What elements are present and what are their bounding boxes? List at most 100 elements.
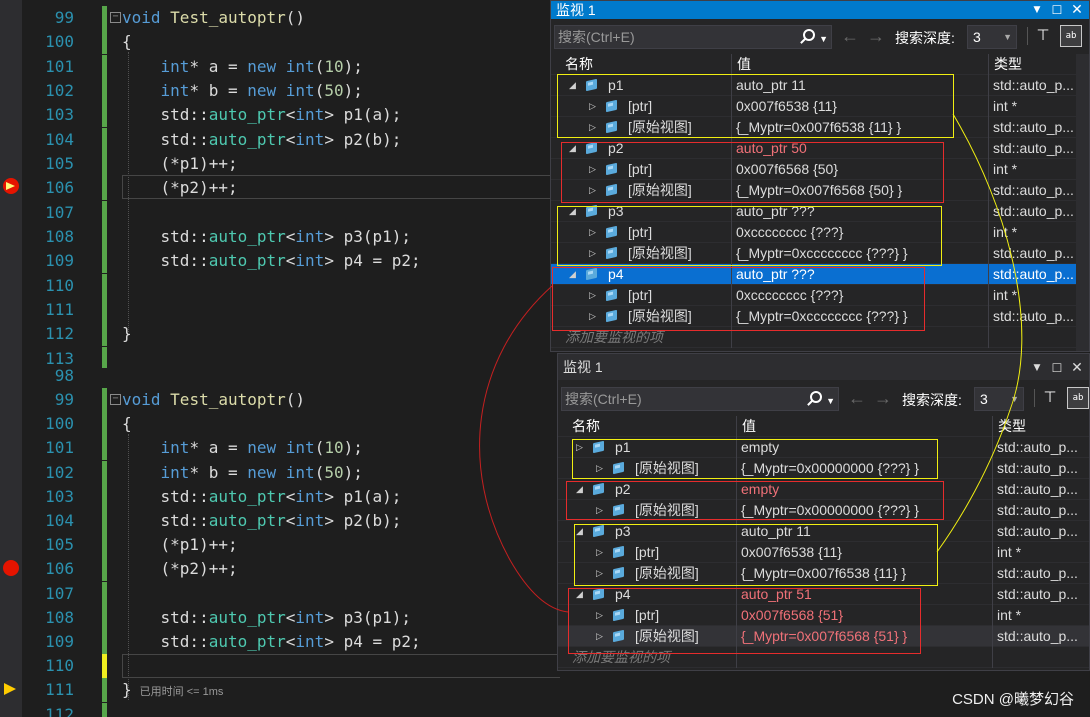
expand-toggle-icon[interactable]: ▷ xyxy=(589,96,596,117)
search-dropdown-icon[interactable]: ▼ xyxy=(819,28,828,50)
watch-name-cell[interactable]: ▷ [原始视图] xyxy=(558,563,736,584)
code-text[interactable]: void Test_autoptr() xyxy=(122,388,305,412)
collapse-toggle[interactable]: − xyxy=(110,12,121,23)
code-line[interactable]: 104 std::auto_ptr<int> p2(b); xyxy=(0,127,560,152)
code-line[interactable]: 113 xyxy=(0,346,560,368)
expand-toggle-icon[interactable]: ▷ xyxy=(596,605,603,626)
expand-toggle-icon[interactable]: ▷ xyxy=(589,285,596,306)
expand-toggle-icon[interactable]: ▷ xyxy=(589,180,596,201)
watch-row[interactable]: ▷ [原始视图] {_Myptr=0xcccccccc {???} } std::au… xyxy=(551,306,1089,327)
watch-row[interactable]: ▷ p1 empty std::auto_p... xyxy=(558,437,1089,458)
watch-window-top[interactable]: 监视 1 ▼ ☐ ✕ 搜索(Ctrl+E) ▼ ← → 搜索深度: 3 ▼ ⊤ a… xyxy=(550,0,1090,352)
watch-value[interactable]: auto_ptr 11 xyxy=(731,75,988,96)
expand-toggle-icon[interactable]: ▷ xyxy=(596,458,603,479)
add-watch-item[interactable]: 添加要监视的项 xyxy=(558,647,736,668)
watch-titlebar[interactable]: 监视 1 ▼ ☐ ✕ xyxy=(551,1,1089,19)
watch-row[interactable]: ▷ [原始视图] {_Myptr=0x00000000 {???} } std::au… xyxy=(558,500,1089,521)
search-input[interactable]: 搜索(Ctrl+E) ▼ xyxy=(554,25,832,49)
header-type[interactable]: 类型 xyxy=(992,416,1089,437)
watch-name-cell[interactable]: ▷ [ptr] xyxy=(558,542,736,563)
expand-toggle-icon[interactable]: ▷ xyxy=(596,626,603,647)
expand-toggle-icon[interactable]: ◢ xyxy=(569,264,576,285)
watch-name-cell[interactable]: ▷ [原始视图] xyxy=(551,306,731,327)
watch-name-cell[interactable]: ◢ p4 xyxy=(558,584,736,605)
watch-value[interactable]: auto_ptr 50 xyxy=(731,138,988,159)
watch-row[interactable]: ◢ p2 empty std::auto_p... xyxy=(558,479,1089,500)
expand-toggle-icon[interactable]: ◢ xyxy=(576,521,583,542)
code-text[interactable]: int* a = new int(10); xyxy=(122,55,363,79)
code-text[interactable]: std::auto_ptr<int> p2(b); xyxy=(122,509,402,533)
maximize-icon[interactable]: ☐ xyxy=(1049,2,1065,18)
code-line[interactable]: 100 { xyxy=(0,412,560,437)
watch-row[interactable]: ▷ [原始视图] {_Myptr=0xcccccccc {???} } std::au… xyxy=(551,243,1089,264)
code-editor-top[interactable]: 99 void Test_autoptr() 100 {101 int* a = ne… xyxy=(0,0,560,368)
search-depth-select[interactable]: 3 ▼ xyxy=(974,387,1024,411)
code-line[interactable]: 106 (*p2)++; xyxy=(0,557,560,582)
expand-toggle-icon[interactable]: ▷ xyxy=(589,117,596,138)
code-line[interactable]: 105 (*p1)++; xyxy=(0,151,560,176)
code-line[interactable]: 99 void Test_autoptr() xyxy=(0,388,560,412)
watch-name-cell[interactable]: ▷ [原始视图] xyxy=(558,458,736,479)
watch-value[interactable]: {_Myptr=0x007f6568 {51} } xyxy=(736,626,992,647)
watch-row[interactable]: ▷ [ptr] 0xcccccccc {???} int * xyxy=(551,285,1089,306)
watch-value[interactable]: 0x007f6538 {11} xyxy=(736,542,992,563)
dropdown-icon[interactable]: ▼ xyxy=(1029,360,1045,376)
watch-row[interactable]: ◢ p3 auto_ptr 11 std::auto_p... xyxy=(558,521,1089,542)
code-line[interactable]: 107 xyxy=(0,581,560,606)
expand-toggle-icon[interactable]: ▷ xyxy=(589,306,596,327)
code-text[interactable]: } xyxy=(122,322,132,346)
watch-row[interactable]: ◢ p4 auto_ptr ??? std::auto_p... xyxy=(551,264,1089,285)
code-line[interactable]: 102 int* b = new int(50); xyxy=(0,460,560,485)
code-text[interactable]: std::auto_ptr<int> p1(a); xyxy=(122,103,402,127)
pin-icon[interactable]: ⊤ xyxy=(1034,27,1052,45)
watch-value[interactable]: auto_ptr 51 xyxy=(736,584,992,605)
watch-name-cell[interactable]: ▷ [原始视图] xyxy=(551,243,731,264)
watch-value[interactable]: 0x007f6568 {51} xyxy=(736,605,992,626)
hex-view-icon[interactable]: ab xyxy=(1067,387,1089,409)
code-line[interactable]: 105 (*p1)++; xyxy=(0,533,560,558)
watch-row[interactable]: ▷ [ptr] 0x007f6538 {11} int * xyxy=(551,96,1089,117)
search-dropdown-icon[interactable]: ▼ xyxy=(826,390,835,412)
expand-toggle-icon[interactable]: ◢ xyxy=(576,479,583,500)
watch-row[interactable]: ◢ p3 auto_ptr ??? std::auto_p... xyxy=(551,201,1089,222)
watch-name-cell[interactable]: ▷ [原始视图] xyxy=(558,626,736,647)
watch-titlebar[interactable]: 监视 1 ▼ ☐ ✕ xyxy=(558,354,1089,380)
forward-arrow-icon[interactable]: → xyxy=(867,27,885,45)
code-text[interactable]: (*p2)++; xyxy=(122,557,238,581)
watch-row[interactable]: ▷ [ptr] 0x007f6568 {50} int * xyxy=(551,159,1089,180)
close-icon[interactable]: ✕ xyxy=(1069,360,1085,376)
hex-view-icon[interactable]: ab xyxy=(1060,25,1082,47)
watch-name-cell[interactable]: ◢ p3 xyxy=(558,521,736,542)
code-text[interactable]: int* a = new int(10); xyxy=(122,436,363,460)
code-line[interactable]: 107 xyxy=(0,200,560,225)
code-text[interactable]: int* b = new int(50); xyxy=(122,461,363,485)
watch-name-cell[interactable]: ▷ [ptr] xyxy=(551,96,731,117)
code-text[interactable]: } 已用时间 <= 1ms xyxy=(122,678,223,704)
watch-value[interactable]: 0x007f6568 {50} xyxy=(731,159,988,180)
search-input[interactable]: 搜索(Ctrl+E) ▼ xyxy=(561,387,839,411)
code-text[interactable]: std::auto_ptr<int> p2(b); xyxy=(122,128,402,152)
search-icon[interactable] xyxy=(810,391,822,403)
add-watch-row[interactable]: 添加要监视的项 xyxy=(558,647,1089,668)
expand-toggle-icon[interactable]: ▷ xyxy=(589,243,596,264)
pin-icon[interactable]: ⊤ xyxy=(1041,389,1059,407)
watch-row[interactable]: ◢ p1 auto_ptr 11 std::auto_p... xyxy=(551,75,1089,96)
code-line[interactable]: 108 std::auto_ptr<int> p3(p1); xyxy=(0,605,560,630)
code-text[interactable]: (*p1)++; xyxy=(122,533,238,557)
code-text[interactable]: std::auto_ptr<int> p3(p1); xyxy=(122,225,411,249)
search-icon[interactable] xyxy=(803,29,815,41)
expand-toggle-icon[interactable]: ◢ xyxy=(576,584,583,605)
expand-toggle-icon[interactable]: ▷ xyxy=(596,542,603,563)
expand-toggle-icon[interactable]: ▷ xyxy=(589,222,596,243)
breakpoint-icon[interactable] xyxy=(3,178,19,194)
code-line[interactable]: 109 std::auto_ptr<int> p4 = p2; xyxy=(0,249,560,274)
watch-row[interactable]: ▷ [原始视图] {_Myptr=0x007f6568 {51} } std::aut… xyxy=(558,626,1089,647)
dropdown-icon[interactable]: ▼ xyxy=(1029,2,1045,18)
watch-row[interactable]: ▷ [原始视图] {_Myptr=0x007f6568 {50} } std::aut… xyxy=(551,180,1089,201)
watch-value[interactable]: 0xcccccccc {???} xyxy=(731,285,988,306)
code-line[interactable]: 110 xyxy=(0,273,560,298)
watch-value[interactable]: 0xcccccccc {???} xyxy=(731,222,988,243)
expand-toggle-icon[interactable]: ▷ xyxy=(576,437,583,458)
expand-toggle-icon[interactable]: ▷ xyxy=(596,563,603,584)
code-line[interactable]: 101 int* a = new int(10); xyxy=(0,436,560,461)
